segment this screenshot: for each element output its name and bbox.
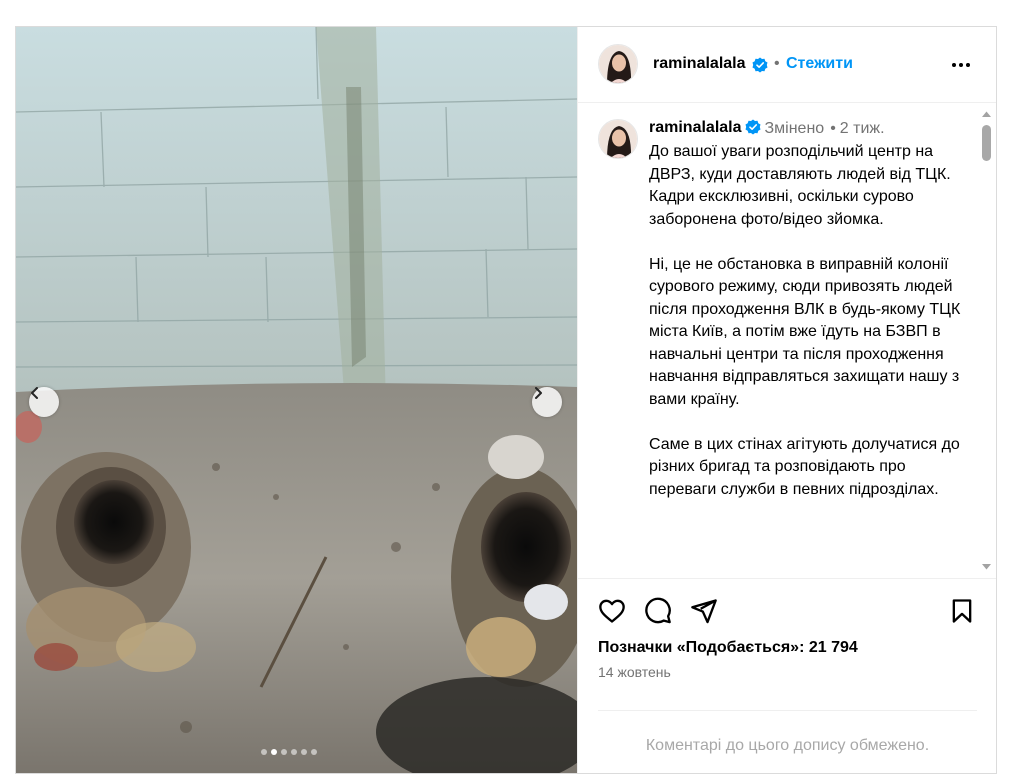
caption-paragraph: Ні, це не обстановка в виправній колонії… xyxy=(649,255,961,408)
avatar-image xyxy=(599,45,637,83)
action-bar xyxy=(578,579,996,639)
scroll-thumb[interactable] xyxy=(982,125,991,161)
more-icon[interactable] xyxy=(949,53,973,77)
comment-icon[interactable] xyxy=(644,597,672,625)
photo-content xyxy=(16,27,577,773)
carousel-dot xyxy=(281,749,287,755)
scroll-down-arrow-icon[interactable] xyxy=(981,561,992,572)
save-icon[interactable] xyxy=(948,597,976,625)
caption-scrollbar[interactable] xyxy=(978,103,995,578)
caption-paragraph: Саме в цих стінах агітують долучатися до… xyxy=(649,435,960,498)
caption-header: raminalalala Змінено • 2 тиж. xyxy=(649,119,885,138)
chevron-right-icon xyxy=(535,387,542,399)
carousel-prev-button[interactable] xyxy=(29,387,59,417)
avatar[interactable] xyxy=(598,44,638,84)
scroll-up-arrow-icon[interactable] xyxy=(981,109,992,120)
post-photo[interactable] xyxy=(16,27,577,773)
share-icon[interactable] xyxy=(690,597,718,625)
caption-area[interactable]: raminalalala Змінено • 2 тиж. До вашої ува… xyxy=(578,103,996,579)
post-username[interactable]: raminalalala xyxy=(653,55,746,73)
verified-icon xyxy=(752,57,768,73)
carousel-dot xyxy=(291,749,297,755)
post-time[interactable]: 2 тиж. xyxy=(840,120,885,137)
avatar[interactable] xyxy=(598,119,638,159)
caption-paragraph: До вашої уваги розподільчий центр на ДВР… xyxy=(649,143,951,228)
post-header: raminalalala • Стежити xyxy=(578,27,996,103)
carousel-dot xyxy=(301,749,307,755)
post-side-panel: raminalalala • Стежити raminalalala Змін… xyxy=(577,27,996,773)
carousel-next-button[interactable] xyxy=(532,387,562,417)
post-date[interactable]: 14 жовтень xyxy=(598,664,671,680)
verified-icon xyxy=(745,119,760,135)
like-icon[interactable] xyxy=(598,597,626,625)
carousel-dot xyxy=(261,749,267,755)
comments-limited-notice: Коментарі до цього допису обмежено. xyxy=(645,737,930,754)
separator: • xyxy=(830,120,836,137)
follow-button[interactable]: Стежити xyxy=(786,55,853,73)
post-card: raminalalala • Стежити raminalalala Змін… xyxy=(15,26,997,774)
avatar-image xyxy=(599,120,637,158)
caption-username[interactable]: raminalalala xyxy=(649,119,742,136)
carousel-indicator xyxy=(261,749,317,755)
caption-text: До вашої уваги розподільчий центр на ДВР… xyxy=(649,141,969,524)
carousel-dot-active xyxy=(271,749,277,755)
separator: • xyxy=(774,55,780,72)
carousel-dot xyxy=(311,749,317,755)
chevron-left-icon xyxy=(31,387,38,399)
edited-label: Змінено xyxy=(764,120,825,137)
likes-count[interactable]: Позначки «Подобається»: 21 794 xyxy=(598,639,858,657)
divider xyxy=(598,710,977,711)
